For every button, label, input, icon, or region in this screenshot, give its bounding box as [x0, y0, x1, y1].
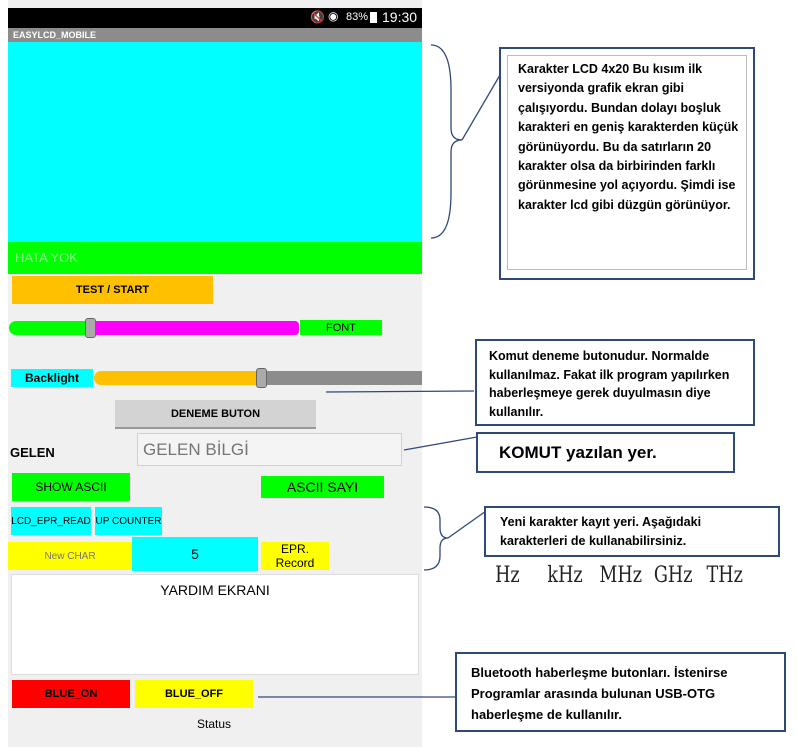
karakter-connector: [447, 510, 487, 539]
app-title: EASYLCD_MOBILE: [8, 28, 422, 42]
backlight-slider-track: [261, 371, 422, 385]
gelen-label: GELEN: [10, 445, 55, 460]
yardim-panel: YARDIM EKRANI: [11, 574, 419, 675]
callout-komut: KOMUT yazılan yer.: [476, 432, 735, 473]
lcd-connector: [461, 74, 501, 141]
karakter-brace: [423, 506, 449, 571]
backlight-slider-fill: [94, 371, 261, 385]
backlight-label: Backlight: [11, 369, 93, 387]
backlight-slider-thumb[interactable]: [256, 368, 267, 388]
deneme-button[interactable]: DENEME BUTON: [115, 400, 316, 429]
unit-hz: Hz: [495, 563, 520, 588]
blue-on-button[interactable]: BLUE_ON: [12, 680, 130, 708]
callout-deneme: Komut deneme butonudur. Normalde kullanı…: [475, 339, 755, 426]
up-counter-button[interactable]: UP COUNTER: [95, 507, 162, 535]
unit-glyphs: Hz kHz MHz GHz THz: [492, 563, 762, 591]
callout-deneme-text: Komut deneme butonudur. Normalde kullanı…: [489, 349, 730, 419]
callout-karakter: Yeni karakter kayıt yeri. Aşağıdaki kara…: [484, 506, 780, 557]
battery-percent: 83%: [346, 11, 369, 23]
lcd-epr-read-button[interactable]: LCD_EPR_READ: [11, 507, 91, 535]
ascii-sayi-field: ASCII SAYI: [261, 476, 384, 498]
unit-khz: kHz: [547, 563, 583, 588]
status-label: Status: [197, 717, 232, 731]
blue-off-button[interactable]: BLUE_OFF: [135, 680, 253, 708]
font-slider[interactable]: [9, 318, 299, 338]
callout-bluetooth: Bluetooth haberleşme butonları. İstenirs…: [455, 652, 786, 732]
new-char-button[interactable]: New CHAR: [8, 542, 132, 570]
mute-icon: 🔇: [310, 10, 325, 24]
callout-lcd-text: Karakter LCD 4x20 Bu kısım ilk versiyond…: [518, 62, 739, 212]
lcd-brace: [430, 44, 463, 239]
error-status: HATA YOK: [8, 242, 422, 274]
clock: 19:30: [382, 9, 418, 25]
lcd-display[interactable]: [8, 42, 422, 242]
unit-thz: THz: [706, 563, 743, 588]
epr-record-button[interactable]: EPR. Record: [261, 542, 329, 570]
status-bar: 🔇 ◉ 83% 19:30: [8, 8, 422, 28]
show-ascii-button[interactable]: SHOW ASCII: [12, 473, 130, 501]
yardim-title: YARDIM EKRANI: [160, 582, 270, 598]
battery-icon: [370, 12, 377, 23]
gelen-input[interactable]: [137, 433, 402, 466]
font-slider-thumb[interactable]: [85, 318, 96, 338]
test-start-button[interactable]: TEST / START: [12, 276, 213, 304]
callout-lcd: Karakter LCD 4x20 Bu kısım ilk versiyond…: [499, 47, 755, 280]
font-button[interactable]: FONT: [300, 320, 382, 335]
unit-ghz: GHz: [653, 563, 693, 588]
font-slider-fill: [9, 321, 90, 335]
counter-value-field[interactable]: 5: [132, 537, 258, 571]
callout-komut-text: KOMUT yazılan yer.: [499, 443, 657, 462]
font-slider-track: [90, 321, 299, 335]
unit-mhz: MHz: [599, 563, 642, 588]
callout-bluetooth-text: Bluetooth haberleşme butonları. İstenirs…: [471, 665, 728, 722]
backlight-slider[interactable]: [94, 368, 422, 388]
callout-karakter-text: Yeni karakter kayıt yeri. Aşağıdaki kara…: [500, 515, 702, 548]
wifi-icon: ◉: [328, 9, 339, 23]
